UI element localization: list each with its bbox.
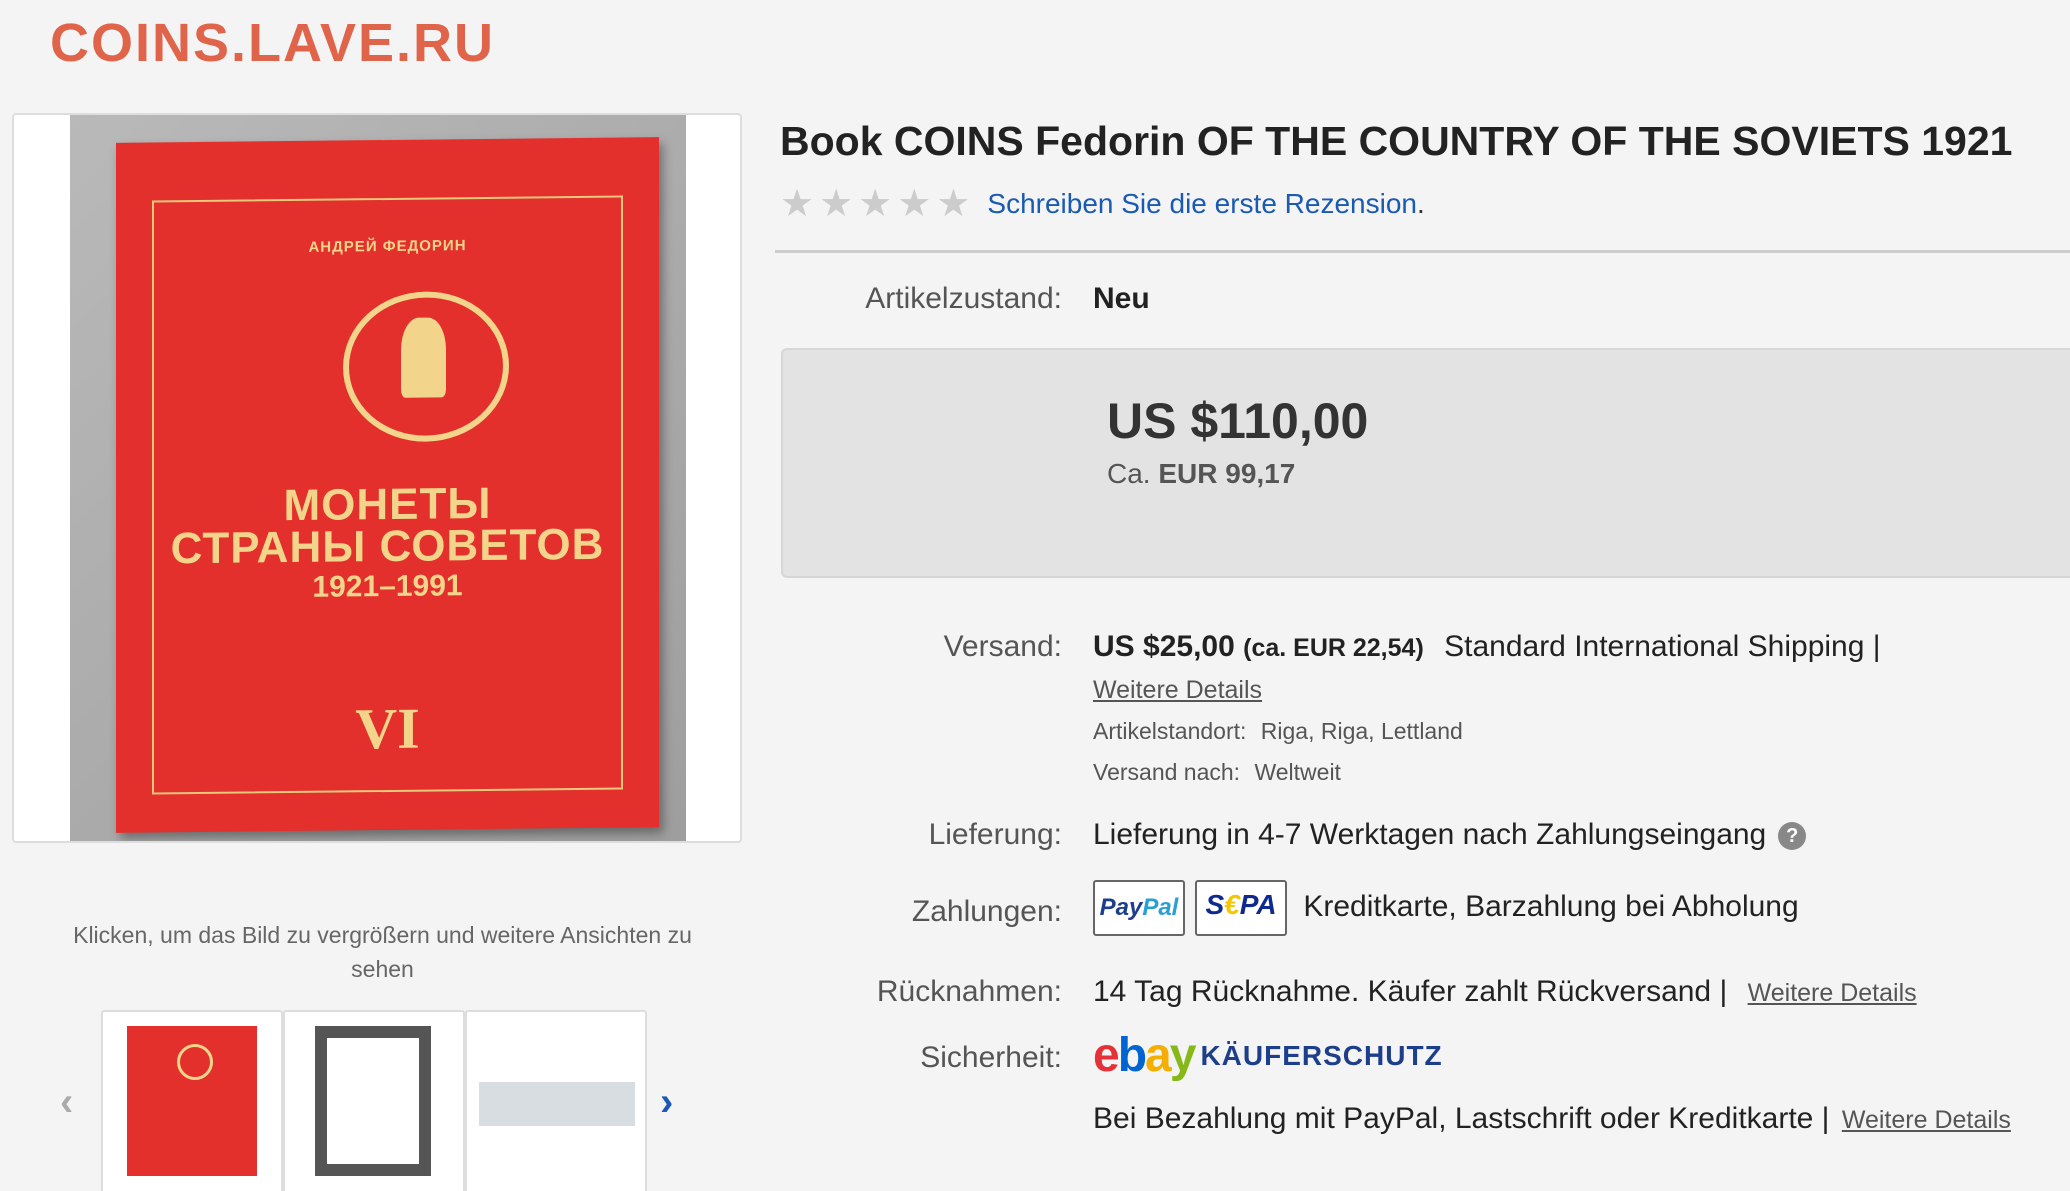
paypal-logo-text-a: Pay [1099, 894, 1143, 921]
shipping-value: US $25,00 (ca. EUR 22,54) Standard Inter… [1093, 630, 1881, 664]
thumbnail-next-icon[interactable]: › [660, 1080, 673, 1125]
shipping-label: Versand: [943, 630, 1062, 663]
ebay-logo-icon: ebay [1093, 1029, 1197, 1082]
star-empty-icon: ★ [897, 183, 932, 225]
payments-label: Zahlungen: [911, 895, 1062, 928]
thumbnail-prev-icon[interactable]: ‹ [60, 1080, 73, 1125]
item-location: Artikelstandort: Riga, Riga, Lettland [1093, 718, 1463, 745]
book-cover-volume: VI [355, 695, 420, 762]
shipping-cost: US $25,00 [1093, 630, 1235, 663]
star-empty-icon: ★ [858, 183, 893, 225]
thumbnail-3[interactable] [465, 1010, 647, 1191]
thumbnail-image [127, 1026, 257, 1176]
price-value: US $110,00 [1107, 393, 1369, 449]
sepa-logo-text-b: € [1224, 889, 1240, 920]
security-details-link[interactable]: Weitere Details [1842, 1106, 2011, 1134]
item-title: Book COINS Fedorin OF THE COUNTRY OF THE… [780, 118, 2013, 164]
item-location-value: Riga, Riga, Lettland [1260, 718, 1463, 744]
ebay-logo-letter: e [1093, 1029, 1120, 1082]
security-label: Sicherheit: [920, 1041, 1062, 1074]
rating-row: ★ ★ ★ ★ ★ Schreiben Sie die erste Rezens… [780, 182, 1425, 226]
divider [775, 250, 2070, 253]
thumbnail-image [479, 1082, 635, 1126]
condition-value: Neu [1093, 282, 1150, 315]
shipping-cost-approx: (ca. EUR 22,54) [1243, 634, 1424, 662]
image-caption: Klicken, um das Bild zu vergrößern und w… [73, 922, 692, 982]
thumbnail-2[interactable] [283, 1010, 465, 1191]
thumbnail-image [315, 1026, 431, 1176]
site-logo[interactable]: COINS.LAVE.RU [50, 12, 495, 74]
returns-value-row: 14 Tag Rücknahme. Käufer zahlt Rückversa… [1093, 975, 1917, 1009]
delivery-value: Lieferung in 4-7 Werktagen nach Zahlungs… [1093, 818, 1767, 851]
returns-value: 14 Tag Rücknahme. Käufer zahlt Rückversa… [1093, 975, 1728, 1008]
buyer-protection-title: KÄUFERSCHUTZ [1200, 1039, 1443, 1071]
main-image-container[interactable]: АНДРЕЙ ФЕДОРИН МОНЕТЫ СТРАНЫ СОВЕТОВ 192… [12, 113, 742, 843]
condition-label: Artikelzustand: [865, 282, 1062, 315]
book-cover-years: 1921–1991 [312, 569, 463, 604]
sepa-logo-icon: S€PA [1195, 880, 1287, 936]
item-location-label: Artikelstandort: [1093, 718, 1247, 744]
star-empty-icon: ★ [780, 183, 815, 225]
delivery-label: Lieferung: [928, 818, 1062, 851]
help-icon[interactable]: ? [1778, 822, 1807, 851]
shipping-method: Standard International Shipping | [1444, 630, 1881, 663]
ebay-logo-letter: y [1169, 1029, 1197, 1082]
price-approx-prefix: Ca. [1107, 458, 1151, 489]
security-note-row: Bei Bezahlung mit PayPal, Lastschrift od… [1093, 1102, 2011, 1136]
review-suffix: . [1416, 188, 1425, 219]
star-empty-icon: ★ [819, 183, 854, 225]
delivery-value-row: Lieferung in 4-7 Werktagen nach Zahlungs… [1093, 818, 1807, 852]
book-cover: АНДРЕЙ ФЕДОРИН МОНЕТЫ СТРАНЫ СОВЕТОВ 192… [116, 137, 659, 833]
returns-details-link[interactable]: Weitere Details [1748, 979, 1917, 1007]
security-note: Bei Bezahlung mit PayPal, Lastschrift od… [1093, 1102, 1830, 1135]
star-empty-icon: ★ [936, 183, 971, 225]
price-box: US $110,00 Ca. EUR 99,17 [781, 348, 2070, 578]
write-review-link[interactable]: Schreiben Sie die erste Rezension [987, 188, 1417, 220]
returns-label: Rücknahmen: [876, 975, 1062, 1008]
ships-to-label: Versand nach: [1093, 759, 1241, 785]
sepa-logo-text-c: PA [1239, 889, 1277, 920]
paypal-logo-icon: PayPal [1093, 880, 1185, 936]
book-cover-title-line2: СТРАНЫ СОВЕТОВ [170, 519, 605, 574]
shipping-details-link[interactable]: Weitere Details [1093, 676, 1262, 705]
ships-to-value: Weltweit [1254, 759, 1341, 785]
main-product-image[interactable]: АНДРЕЙ ФЕДОРИН МОНЕТЫ СТРАНЫ СОВЕТОВ 192… [70, 115, 686, 841]
price-approx: Ca. EUR 99,17 [1107, 458, 1295, 490]
paypal-logo-text-b: Pal [1142, 894, 1179, 921]
payments-value-row: PayPal S€PA Kreditkarte, Barzahlung bei A… [1093, 880, 1799, 936]
payments-value: Kreditkarte, Barzahlung bei Abholung [1303, 889, 1799, 923]
ebay-logo-letter: a [1145, 1029, 1172, 1082]
ships-to: Versand nach: Weltweit [1093, 759, 1341, 786]
price-approx-value: EUR 99,17 [1158, 458, 1296, 489]
thumbnail-1[interactable] [101, 1010, 283, 1191]
buyer-protection-logo: ebay KÄUFERSCHUTZ [1093, 1028, 1443, 1083]
ebay-logo-letter: b [1117, 1029, 1147, 1082]
sepa-logo-text-a: S [1205, 889, 1225, 920]
